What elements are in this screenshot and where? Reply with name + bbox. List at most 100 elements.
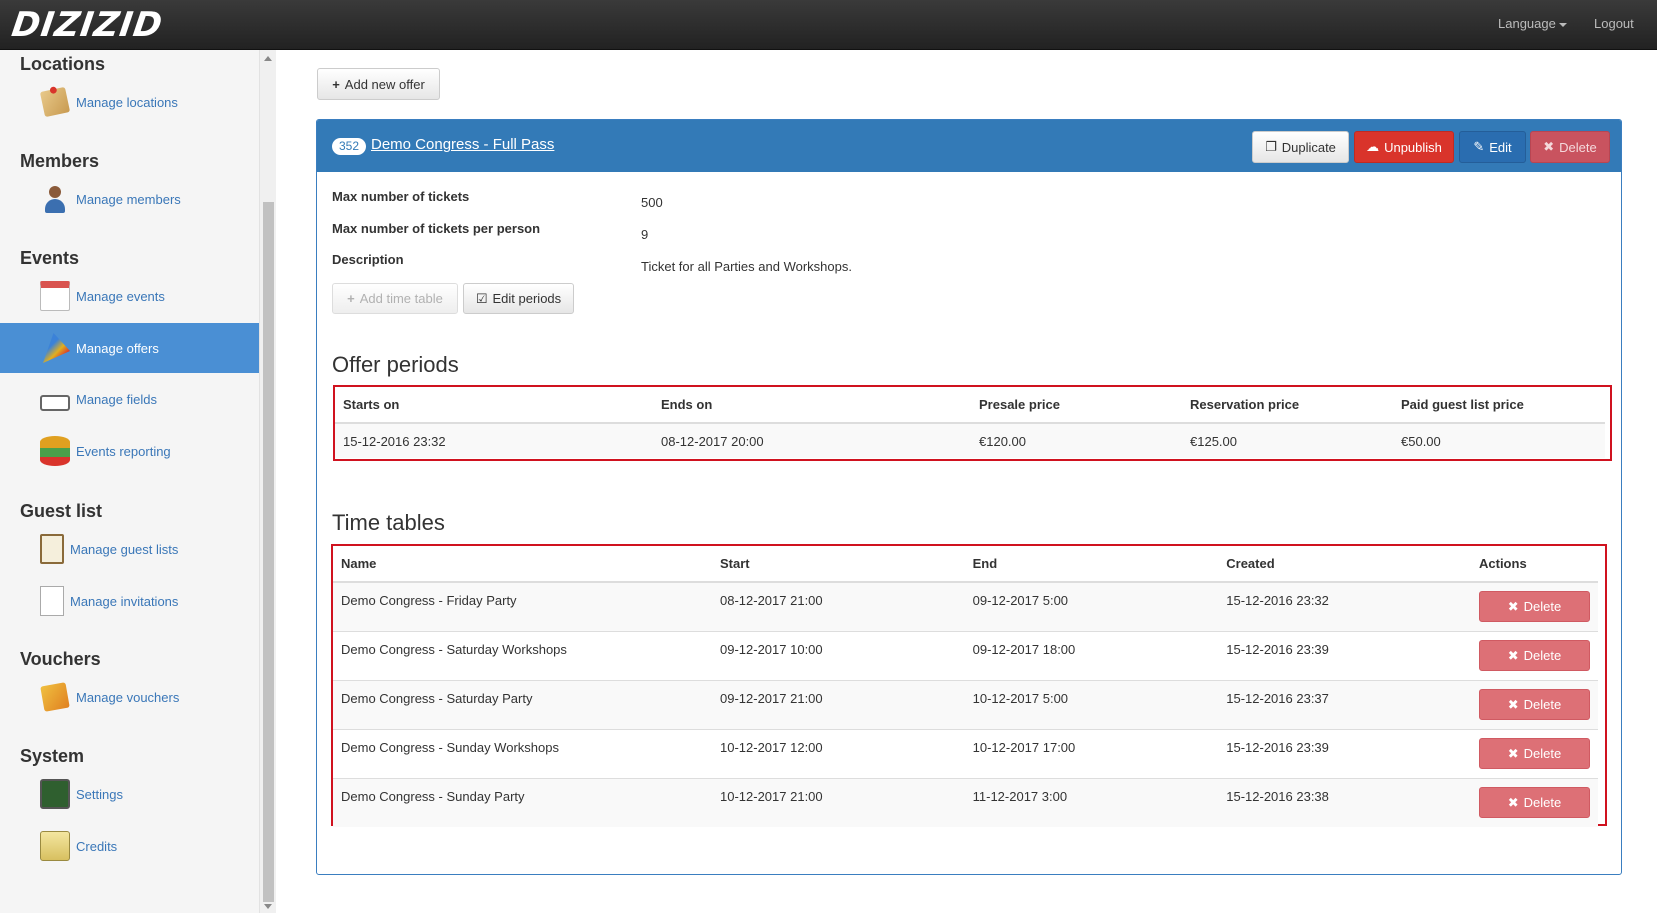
column-header: Start bbox=[712, 546, 965, 583]
map-pin-icon bbox=[39, 86, 71, 118]
column-header: Actions bbox=[1471, 546, 1598, 583]
sidebar-item-label: Manage members bbox=[76, 191, 181, 207]
table-cell: 15-12-2016 23:39 bbox=[1218, 630, 1471, 680]
duplicate-label: Duplicate bbox=[1281, 139, 1336, 155]
column-header: Created bbox=[1218, 546, 1471, 583]
scroll-down-arrow-icon[interactable] bbox=[264, 904, 272, 909]
add-time-table-label: Add time table bbox=[359, 291, 443, 306]
table-cell: 10-12-2017 5:00 bbox=[964, 679, 1219, 729]
close-icon: ✖ bbox=[1507, 745, 1519, 761]
table-row: Demo Congress - Saturday Party 09-12-201… bbox=[333, 679, 1598, 729]
delete-time-table-button[interactable]: ✖ Delete bbox=[1479, 689, 1590, 720]
sidebar-item-label: Manage invitations bbox=[70, 593, 179, 609]
close-icon: ✖ bbox=[1543, 139, 1555, 154]
sidebar-item-manage-locations[interactable]: Manage locations bbox=[0, 77, 259, 127]
sidebar-heading-events: Events bbox=[20, 248, 80, 268]
add-new-offer-button[interactable]: + Add new offer bbox=[317, 68, 440, 100]
scroll-up-arrow-icon[interactable] bbox=[264, 56, 272, 61]
sidebar-item-manage-vouchers[interactable]: Manage vouchers bbox=[0, 672, 259, 722]
column-header: End bbox=[964, 546, 1219, 583]
delete-time-table-button[interactable]: ✖ Delete bbox=[1479, 787, 1590, 819]
delete-label: Delete bbox=[1523, 648, 1562, 663]
table-row: Demo Congress - Friday Party 08-12-2017 … bbox=[333, 581, 1598, 631]
sidebar-item-manage-events[interactable]: Manage events bbox=[0, 271, 259, 321]
plus-icon: + bbox=[332, 76, 340, 92]
language-label: Language bbox=[1498, 16, 1556, 31]
table-row: Demo Congress - Sunday Workshops 10-12-2… bbox=[333, 728, 1598, 778]
column-header: Ends on bbox=[653, 387, 971, 424]
sidebar-item-events-reporting[interactable]: Events reporting bbox=[0, 426, 259, 476]
table-cell: 10-12-2017 17:00 bbox=[964, 728, 1219, 778]
delete-offer-label: Delete bbox=[1559, 139, 1597, 155]
chart-icon bbox=[40, 436, 70, 466]
clipboard-icon bbox=[40, 534, 64, 564]
detail-value-max-tickets: 500 bbox=[641, 195, 663, 210]
table-cell: 15-12-2016 23:37 bbox=[1218, 679, 1471, 729]
offer-title-link[interactable]: Demo Congress - Full Pass bbox=[371, 136, 554, 153]
sidebar-heading-vouchers: Vouchers bbox=[20, 649, 101, 669]
column-header: Starts on bbox=[335, 387, 653, 424]
column-header: Name bbox=[333, 546, 712, 583]
table-cell: 09-12-2017 5:00 bbox=[964, 581, 1219, 631]
language-dropdown[interactable]: Language bbox=[1498, 16, 1567, 31]
sidebar-item-credits[interactable]: Credits bbox=[0, 821, 259, 871]
duplicate-button[interactable]: ❐ Duplicate bbox=[1252, 131, 1349, 163]
close-icon: ✖ bbox=[1507, 696, 1519, 712]
sidebar-scrollbar[interactable] bbox=[259, 50, 276, 913]
sidebar-item-label: Credits bbox=[76, 838, 118, 854]
table-row: Demo Congress - Sunday Party 10-12-2017 … bbox=[333, 777, 1598, 827]
edit-periods-button[interactable]: ☑ Edit periods bbox=[463, 283, 574, 314]
copy-icon: ❐ bbox=[1265, 139, 1277, 154]
sidebar-heading-system: System bbox=[20, 746, 85, 766]
sidebar-heading-members: Members bbox=[20, 151, 100, 171]
sidebar-item-manage-offers[interactable]: Manage offers bbox=[0, 323, 259, 373]
detail-label-max-tickets-per-person: Max number of tickets per person bbox=[332, 221, 541, 236]
calendar-icon bbox=[40, 281, 70, 311]
table-cell: Demo Congress - Saturday Workshops bbox=[333, 630, 712, 680]
delete-label: Delete bbox=[1523, 697, 1562, 712]
delete-label: Delete bbox=[1523, 746, 1562, 761]
sidebar-item-label: Manage guest lists bbox=[70, 541, 179, 557]
table-row: 15-12-2016 23:32 08-12-2017 20:00 €120.0… bbox=[335, 422, 1605, 458]
table-cell: ✖ Delete bbox=[1471, 630, 1598, 680]
close-icon: ✖ bbox=[1507, 794, 1519, 810]
column-header: Reservation price bbox=[1182, 387, 1393, 424]
sidebar-item-manage-members[interactable]: Manage members bbox=[0, 174, 259, 224]
column-header: Paid guest list price bbox=[1393, 387, 1605, 424]
delete-offer-button[interactable]: ✖ Delete bbox=[1530, 131, 1610, 163]
edit-periods-label: Edit periods bbox=[492, 291, 562, 306]
sidebar-item-manage-guest-lists[interactable]: Manage guest lists bbox=[0, 524, 259, 574]
offer-periods-title: Offer periods bbox=[332, 352, 459, 377]
delete-time-table-button[interactable]: ✖ Delete bbox=[1479, 640, 1590, 671]
table-cell: 10-12-2017 12:00 bbox=[712, 728, 965, 778]
unpublish-button[interactable]: ☁ Unpublish bbox=[1354, 131, 1454, 163]
detail-label-description: Description bbox=[332, 252, 404, 267]
sidebar: Locations Manage locations Members Manag… bbox=[0, 50, 259, 913]
edit-button[interactable]: ✎ Edit bbox=[1459, 131, 1526, 163]
sidebar-item-settings[interactable]: Settings bbox=[0, 769, 259, 819]
delete-label: Delete bbox=[1523, 599, 1562, 615]
delete-time-table-button[interactable]: ✖ Delete bbox=[1479, 738, 1590, 769]
delete-time-table-button[interactable]: ✖ Delete bbox=[1479, 591, 1590, 623]
text-field-icon bbox=[40, 394, 70, 411]
table-cell: 11-12-2017 3:00 bbox=[964, 777, 1219, 827]
credits-icon bbox=[40, 831, 70, 861]
table-cell: Demo Congress - Sunday Workshops bbox=[333, 728, 712, 778]
sidebar-item-label: Manage fields bbox=[76, 391, 157, 407]
sidebar-item-label: Manage locations bbox=[76, 94, 178, 110]
sidebar-item-label: Events reporting bbox=[76, 443, 171, 459]
add-time-table-button[interactable]: + Add time table bbox=[332, 283, 458, 314]
sidebar-item-manage-fields[interactable]: Manage fields bbox=[0, 374, 259, 424]
cloud-download-icon: ☁ bbox=[1366, 139, 1380, 154]
table-cell: ✖ Delete bbox=[1471, 728, 1598, 778]
sidebar-item-manage-invitations[interactable]: Manage invitations bbox=[0, 576, 259, 626]
sidebar-heading-guest-list: Guest list bbox=[20, 501, 103, 521]
scrollbar-thumb[interactable] bbox=[263, 202, 274, 902]
detail-value-max-tickets-per-person: 9 bbox=[641, 227, 649, 242]
app-logo[interactable]: DIZIZID bbox=[9, 5, 165, 45]
logout-link[interactable]: Logout bbox=[1594, 16, 1634, 31]
table-row: Demo Congress - Saturday Workshops 09-12… bbox=[333, 630, 1598, 680]
top-navbar: DIZIZID Language Logout bbox=[0, 0, 1657, 50]
plus-icon: + bbox=[347, 291, 355, 306]
table-cell: Demo Congress - Sunday Party bbox=[333, 777, 712, 827]
